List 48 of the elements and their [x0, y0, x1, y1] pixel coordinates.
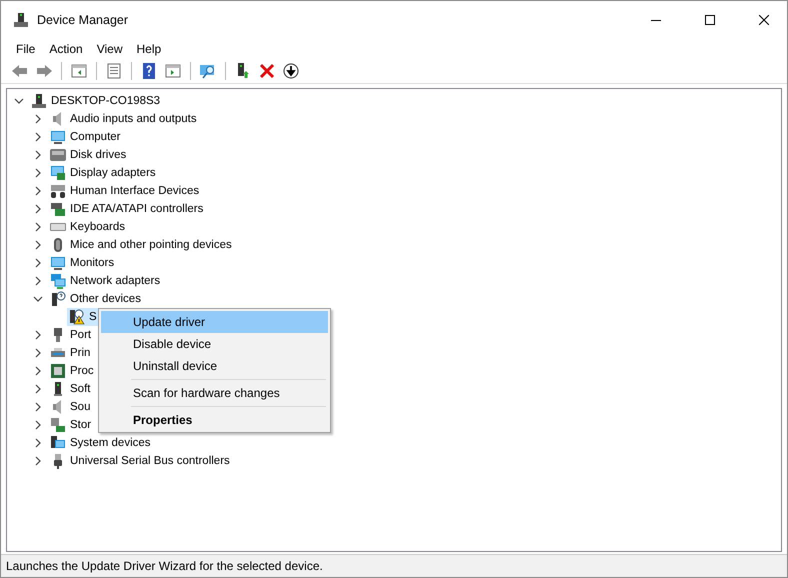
tree-item[interactable]: Prin — [70, 347, 90, 359]
tree-item[interactable]: Port — [70, 329, 92, 341]
system-icon — [50, 435, 66, 451]
menu-item[interactable]: Action — [42, 42, 90, 56]
tree-item[interactable]: Proc — [70, 365, 94, 377]
storage-icon — [50, 417, 66, 433]
menu-item[interactable]: Uninstall device — [101, 355, 328, 377]
tree-item[interactable]: Stor — [70, 419, 92, 431]
monitor-icon — [50, 255, 66, 271]
tree-item[interactable]: Disk drives — [70, 149, 126, 161]
display-adapter-icon — [50, 165, 66, 181]
controller-card-icon — [50, 201, 66, 217]
network-icon — [50, 273, 66, 289]
tree-item[interactable]: DESKTOP-CO198S3 — [51, 95, 160, 107]
window-title: Device Manager — [37, 13, 130, 27]
menu-item[interactable]: Properties — [101, 409, 328, 431]
close-icon — [759, 15, 769, 25]
menu-item[interactable]: Scan for hardware changes — [101, 382, 328, 404]
computer-icon — [31, 93, 47, 109]
maximize-icon — [705, 15, 715, 25]
tree-item[interactable]: Keyboards — [70, 221, 125, 233]
tree-item[interactable]: Mice and other pointing devices — [70, 239, 232, 251]
monitor-icon — [50, 129, 66, 145]
tree-item[interactable]: Display adapters — [70, 167, 156, 179]
tree-item[interactable]: Human Interface Devices — [70, 185, 200, 197]
menu-item[interactable]: View — [90, 42, 130, 56]
menu-item[interactable]: File — [9, 42, 42, 56]
menu-item[interactable]: Disable device — [101, 333, 328, 355]
menu-item[interactable]: Update driver — [101, 311, 328, 333]
tree-item[interactable]: Universal Serial Bus controllers — [70, 455, 230, 467]
app-icon — [13, 12, 29, 28]
chip-icon — [50, 363, 66, 379]
unknown-device-icon — [50, 291, 66, 307]
tree-item[interactable]: Soft — [70, 383, 90, 395]
tree-item[interactable]: IDE ATA/ATAPI controllers — [70, 203, 204, 215]
tree-item[interactable]: Audio inputs and outputs — [70, 113, 197, 125]
tree-item[interactable]: Sou — [70, 401, 90, 413]
warning-device-icon — [69, 309, 85, 325]
tree-item[interactable]: Computer — [70, 131, 120, 143]
tree-item[interactable]: Other devices — [70, 293, 141, 305]
tree-item[interactable]: Network adapters — [70, 275, 160, 287]
menu-item[interactable]: Help — [130, 42, 168, 56]
tree-item[interactable]: System devices — [70, 437, 151, 449]
disk-drive-icon — [50, 147, 66, 163]
tree-item[interactable]: Monitors — [70, 257, 114, 269]
tree-item[interactable]: S — [89, 311, 97, 323]
keyboard-mouse-icon — [50, 183, 66, 199]
status-text: Launches the Update Driver Wizard for the selected device. — [6, 559, 323, 573]
